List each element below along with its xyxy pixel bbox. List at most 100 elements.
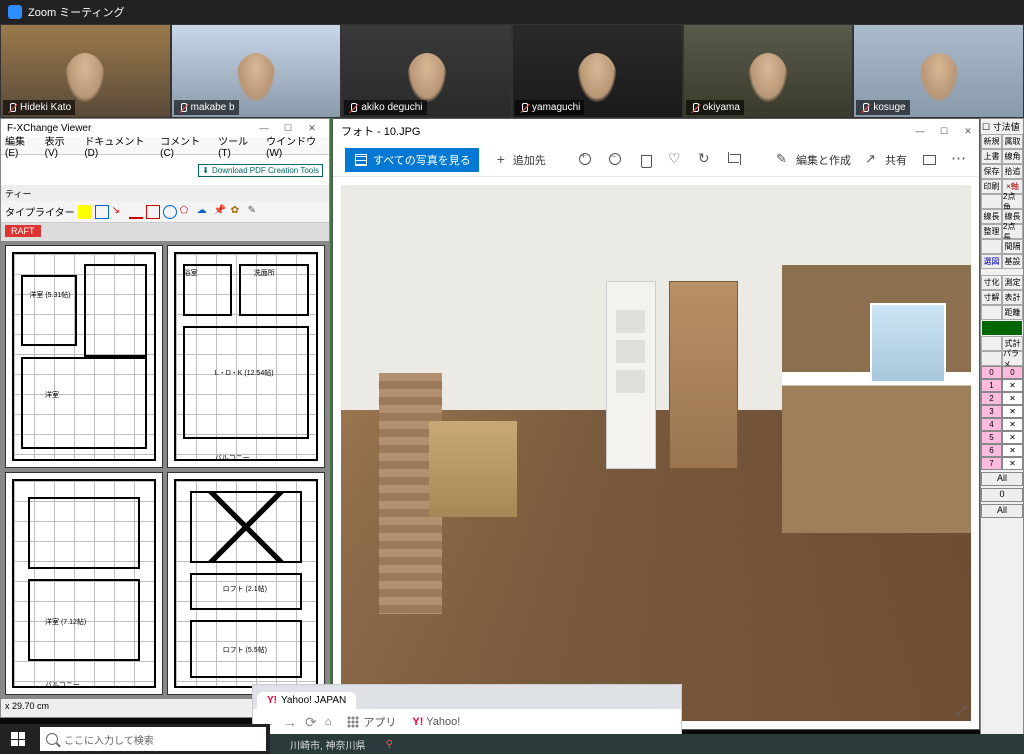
- reload-icon[interactable]: ⟳: [305, 714, 317, 731]
- pdf-creation-badge[interactable]: ⬇ Download PDF Creation Tools: [198, 164, 323, 177]
- cad-btn[interactable]: [981, 336, 1002, 351]
- map-pin-icon[interactable]: ⚲: [386, 739, 393, 750]
- more-icon[interactable]: [951, 152, 967, 168]
- cad-btn[interactable]: [981, 239, 1002, 254]
- polygon-icon[interactable]: ⬠: [180, 205, 194, 219]
- rect-icon[interactable]: [146, 205, 160, 219]
- cad-btn[interactable]: パラメ: [1002, 351, 1023, 366]
- typewriter-tool[interactable]: タイプライター: [5, 204, 75, 219]
- apps-label[interactable]: アプリ: [363, 714, 396, 730]
- video-tile[interactable]: yamaguchi: [512, 24, 683, 118]
- pdf-canvas[interactable]: 洋室 (5.31帖) 洋室 浴室 洗面所 L・D・K (12.54帖) バルコニ…: [1, 241, 329, 699]
- share-button[interactable]: 共有: [865, 152, 907, 168]
- video-tile[interactable]: Hideki Kato: [0, 24, 171, 118]
- layer-cell[interactable]: ✕: [1002, 431, 1023, 444]
- menu-tools[interactable]: ツール(T): [218, 133, 256, 159]
- cad-btn[interactable]: 保存: [981, 164, 1002, 179]
- menu-edit[interactable]: 編集(E): [5, 133, 35, 159]
- edit-create-button[interactable]: 編集と作成: [776, 152, 851, 168]
- layer-cell[interactable]: ✕: [1002, 405, 1023, 418]
- cad-size-lock[interactable]: ☐ 寸法値: [981, 119, 1023, 134]
- maximize-button[interactable]: ☐: [933, 124, 955, 138]
- layer-cell[interactable]: 2: [981, 392, 1002, 405]
- minimize-button[interactable]: —: [909, 124, 931, 138]
- start-button[interactable]: [0, 724, 36, 754]
- all-photos-button[interactable]: すべての写真を見る: [345, 148, 479, 172]
- trash-icon[interactable]: [638, 152, 654, 168]
- fullscreen-icon[interactable]: ⤢: [956, 702, 967, 719]
- cad-btn[interactable]: [981, 305, 1002, 320]
- zoom-out-icon[interactable]: [608, 152, 624, 168]
- video-tile[interactable]: okiyama: [683, 24, 854, 118]
- cad-btn[interactable]: 線角: [1002, 149, 1023, 164]
- cad-btn[interactable]: 属取: [1002, 134, 1023, 149]
- layer-cell[interactable]: 6: [981, 444, 1002, 457]
- layer-cell[interactable]: ✕: [1002, 457, 1023, 470]
- menu-window[interactable]: ウインドウ(W): [266, 133, 325, 159]
- pdf-tab[interactable]: RAFT: [5, 225, 41, 237]
- cloud-icon[interactable]: ☁: [197, 205, 211, 219]
- cad-btn[interactable]: 整理: [981, 224, 1002, 239]
- cad-btn[interactable]: [981, 194, 1002, 209]
- cad-btn[interactable]: 測定: [1002, 275, 1023, 290]
- video-tile[interactable]: makabe b: [171, 24, 342, 118]
- cad-btn[interactable]: 寸化: [981, 275, 1002, 290]
- pin-icon[interactable]: 📌: [214, 205, 228, 219]
- text-tool-icon[interactable]: [95, 205, 109, 219]
- forward-icon[interactable]: →: [283, 714, 297, 730]
- video-tile[interactable]: kosuge: [853, 24, 1024, 118]
- add-to-button[interactable]: 追加先: [493, 152, 546, 168]
- cad-btn[interactable]: 2点角: [1002, 194, 1023, 209]
- stamp-icon[interactable]: ✿: [231, 205, 245, 219]
- cad-btn[interactable]: 基設: [1002, 254, 1023, 269]
- highlight-icon[interactable]: [78, 205, 92, 219]
- close-button[interactable]: ✕: [957, 124, 979, 138]
- layer-cell[interactable]: 5: [981, 431, 1002, 444]
- rotate-icon[interactable]: [698, 152, 714, 168]
- menu-view[interactable]: 表示(V): [45, 133, 75, 159]
- cad-all-button[interactable]: All: [981, 504, 1023, 518]
- taskbar-search[interactable]: ここに入力して検索: [40, 727, 266, 751]
- browser-tab[interactable]: Y! Yahoo! JAPAN: [257, 692, 356, 709]
- cad-btn[interactable]: 間隔: [1002, 239, 1023, 254]
- cad-all-button[interactable]: 0: [981, 488, 1023, 502]
- cad-btn[interactable]: 2点長: [1002, 224, 1023, 239]
- cad-btn[interactable]: 印刷: [981, 179, 1002, 194]
- video-tile[interactable]: akiko deguchi: [341, 24, 512, 118]
- print-icon[interactable]: [921, 152, 937, 168]
- favorite-icon[interactable]: [668, 152, 684, 168]
- cad-all-button[interactable]: All: [981, 472, 1023, 486]
- layer-cell[interactable]: ✕: [1002, 379, 1023, 392]
- arrow-icon[interactable]: ↘: [112, 205, 126, 219]
- pencil-icon[interactable]: ✎: [248, 205, 262, 219]
- layer-cell[interactable]: 1: [981, 379, 1002, 392]
- map-location[interactable]: 川崎市, 神奈川県: [290, 737, 366, 752]
- layer-cell[interactable]: 0: [1002, 366, 1023, 379]
- menu-document[interactable]: ドキュメント(D): [84, 133, 150, 159]
- layer-cell[interactable]: ✕: [1002, 392, 1023, 405]
- cad-btn[interactable]: 新規: [981, 134, 1002, 149]
- layer-cell[interactable]: ✕: [1002, 444, 1023, 457]
- cad-btn[interactable]: 表計: [1002, 290, 1023, 305]
- layer-cell[interactable]: 3: [981, 405, 1002, 418]
- layer-cell[interactable]: 7: [981, 457, 1002, 470]
- cad-btn[interactable]: [981, 351, 1002, 366]
- layer-cell[interactable]: 0: [981, 366, 1002, 379]
- layer-cell[interactable]: ✕: [1002, 418, 1023, 431]
- photo-viewport[interactable]: ⤢: [333, 177, 979, 729]
- home-icon[interactable]: ⌂: [325, 716, 332, 728]
- cad-btn[interactable]: 上書: [981, 149, 1002, 164]
- cad-btn[interactable]: 拾追: [1002, 164, 1023, 179]
- cad-btn[interactable]: 距離: [1002, 305, 1023, 320]
- zoom-in-icon[interactable]: [578, 152, 594, 168]
- bookmark-yahoo[interactable]: Yahoo!: [426, 716, 460, 728]
- layer-cell[interactable]: 4: [981, 418, 1002, 431]
- cad-btn[interactable]: 線長: [981, 209, 1002, 224]
- line-icon[interactable]: [129, 205, 143, 219]
- circle-icon[interactable]: [163, 205, 177, 219]
- cad-btn[interactable]: 寸解: [981, 290, 1002, 305]
- cad-btn[interactable]: 選図: [981, 254, 1002, 269]
- crop-icon[interactable]: [728, 152, 744, 168]
- cad-color-swatch[interactable]: [982, 321, 1022, 335]
- menu-comment[interactable]: コメント(C): [160, 133, 208, 159]
